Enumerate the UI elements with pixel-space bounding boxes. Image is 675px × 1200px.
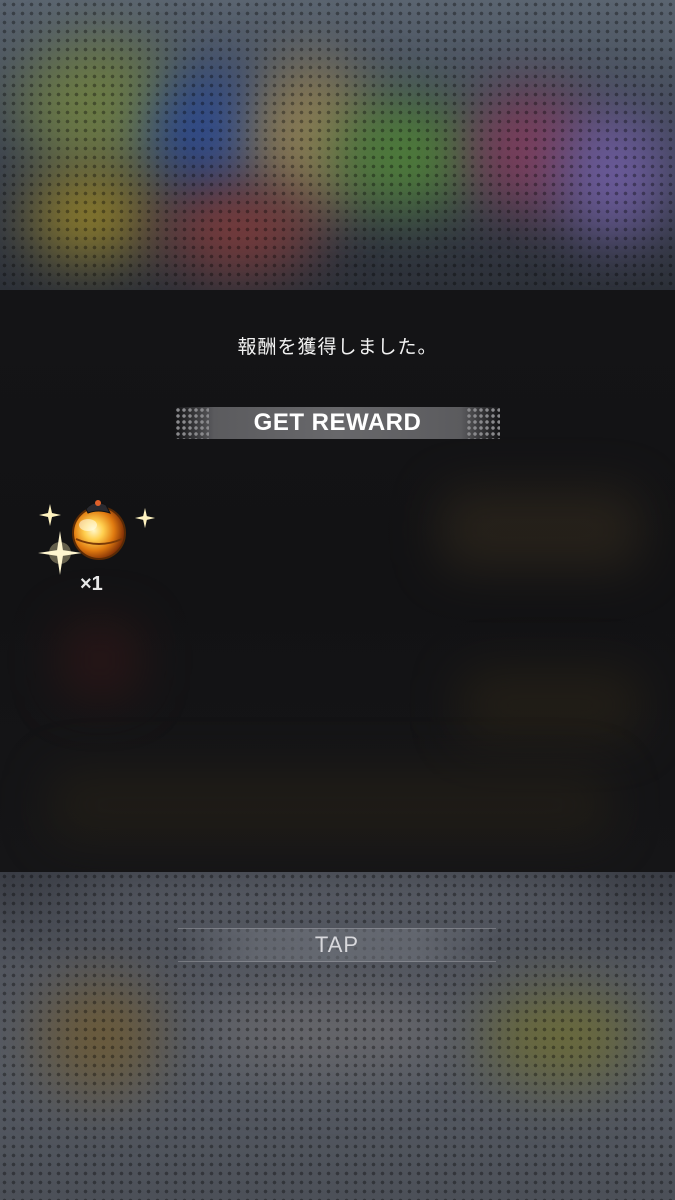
sparkle-icon [134, 507, 156, 529]
get-reward-banner: GET REWARD [175, 407, 500, 439]
orange-orb-icon [72, 500, 126, 560]
reward-message: 報酬を獲得しました。 [237, 336, 438, 358]
reward-item[interactable]: ×1 [38, 495, 158, 605]
reward-quantity: ×1 [80, 573, 103, 595]
tap-label: TAP [314, 932, 360, 957]
reward-modal: 報酬を獲得しました。 GET REWARD ×1 [0, 290, 675, 872]
tap-prompt[interactable]: TAP [178, 928, 496, 962]
banner-title: GET REWARD [253, 409, 422, 436]
background-blurred-bottom [0, 872, 675, 1200]
background-blurred-top [0, 0, 675, 290]
sparkle-icon [39, 504, 61, 526]
